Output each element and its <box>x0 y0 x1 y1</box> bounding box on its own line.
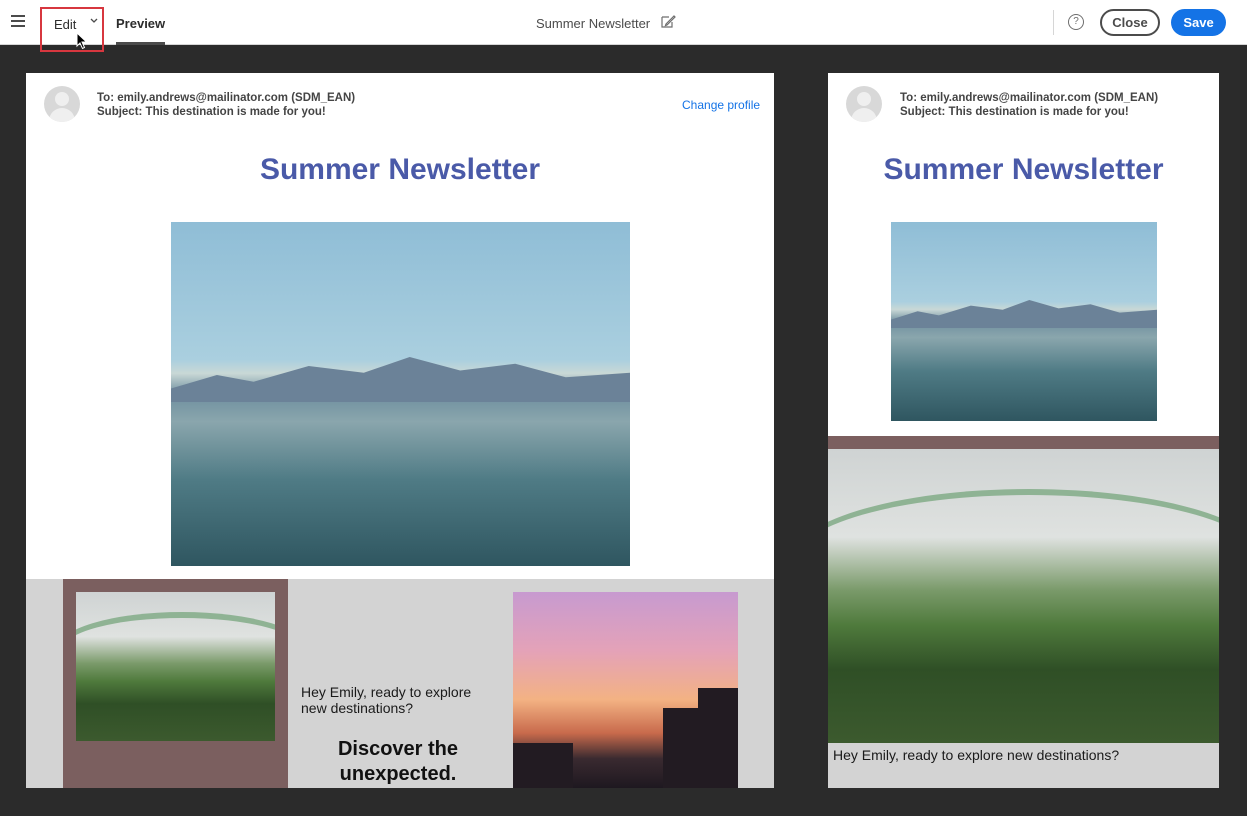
preview-tab[interactable]: Preview <box>116 16 165 31</box>
close-button[interactable]: Close <box>1100 9 1160 36</box>
avatar-icon <box>44 86 80 122</box>
desktop-preview-panel: To: emily.andrews@mailinator.com (SDM_EA… <box>26 73 774 788</box>
email-to: To: emily.andrews@mailinator.com (SDM_EA… <box>97 92 356 104</box>
lake-mountain-image <box>171 222 630 566</box>
toolbar-divider <box>1053 10 1054 35</box>
bridge-canal-image <box>828 449 1219 743</box>
top-bar: Edit Preview Summer Newsletter ? Close S… <box>0 0 1247 52</box>
newsletter-title: Summer Newsletter <box>883 153 1164 186</box>
change-profile-link[interactable]: Change profile <box>682 98 760 112</box>
bridge-canal-image <box>76 592 275 741</box>
mobile-preview-panel: To: emily.andrews@mailinator.com (SDM_EA… <box>828 73 1219 788</box>
menu-icon[interactable] <box>11 15 25 27</box>
chevron-down-icon[interactable] <box>89 16 99 26</box>
pencil-icon[interactable] <box>660 14 676 30</box>
avatar-icon <box>846 86 882 122</box>
divider-band <box>828 436 1219 449</box>
cursor-icon <box>76 32 88 50</box>
newsletter-title: Summer Newsletter <box>259 153 541 186</box>
greeting-text: Hey Emily, ready to explore new destinat… <box>833 747 1120 763</box>
sunset-city-image <box>513 592 738 788</box>
discover-cta-line1: Discover the <box>337 738 459 760</box>
document-title: Summer Newsletter <box>536 16 651 31</box>
edit-tab-label: Edit <box>54 17 77 32</box>
email-subject: Subject: This destination is made for yo… <box>900 106 1129 118</box>
help-icon[interactable]: ? <box>1068 14 1084 30</box>
email-subject: Subject: This destination is made for yo… <box>97 106 326 118</box>
edit-tab[interactable]: Edit <box>40 7 104 52</box>
email-to: To: emily.andrews@mailinator.com (SDM_EA… <box>900 92 1159 104</box>
greeting-text: Hey Emily, ready to explore new destinat… <box>301 684 472 716</box>
lake-mountain-image <box>891 222 1157 421</box>
preview-tab-indicator <box>116 42 165 45</box>
save-button[interactable]: Save <box>1171 9 1226 36</box>
discover-cta-line2: unexpected. <box>339 763 457 785</box>
